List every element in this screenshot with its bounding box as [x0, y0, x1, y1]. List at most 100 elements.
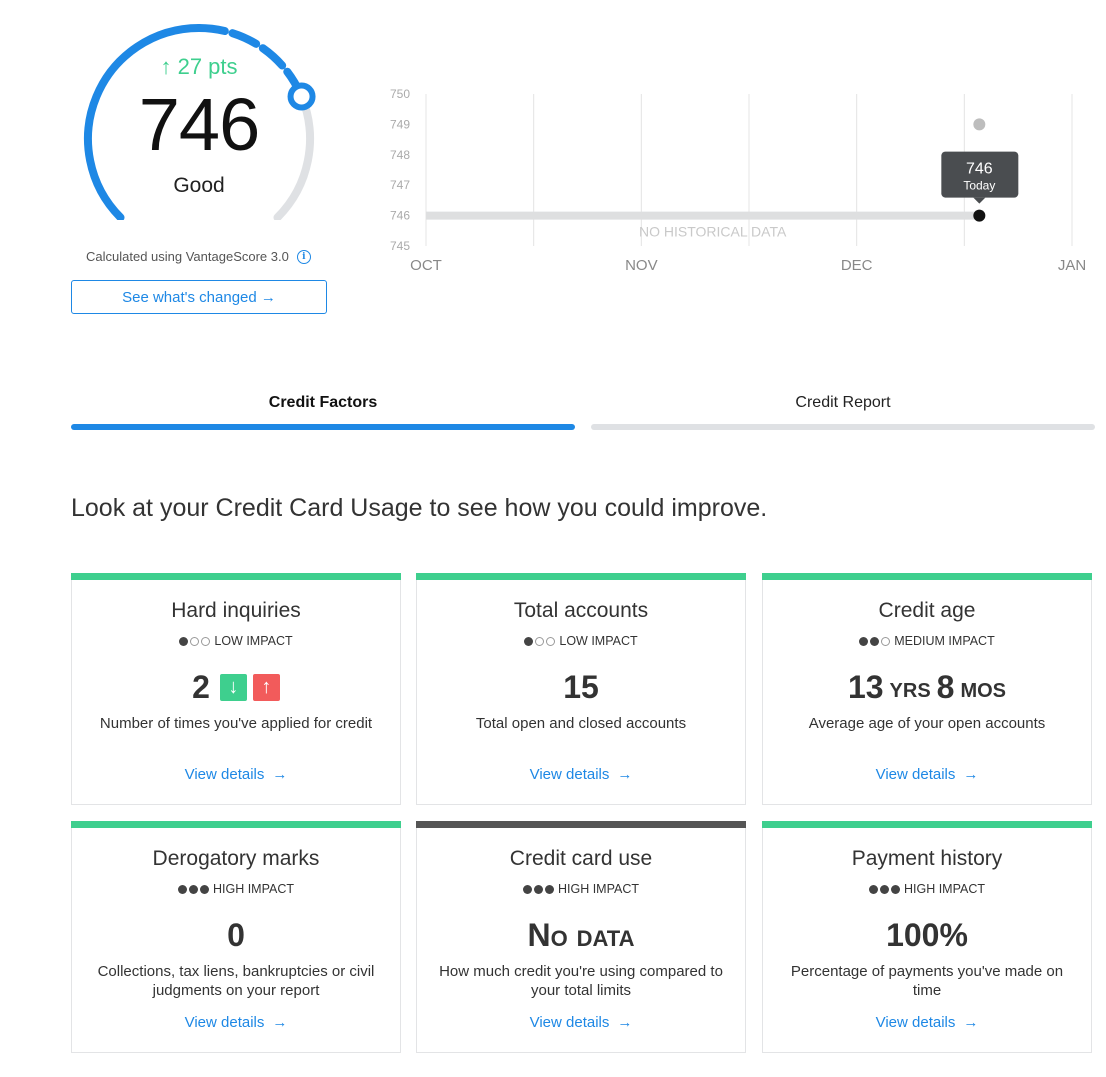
impact-dots-icon: [177, 884, 209, 894]
card-description: Percentage of payments you've made on ti…: [790, 963, 1064, 999]
card-value: 13 yrs 8 mos: [763, 669, 1091, 706]
view-details-link[interactable]: View details →: [72, 766, 400, 783]
impact-dot: [190, 636, 200, 646]
factor-card: Hard inquiries LOW IMPACT 2 ↓ ↑ Number of tim…: [71, 573, 401, 805]
no-history-annotation: NO HISTORICAL DATA: [639, 224, 787, 240]
card-title: Hard inquiries: [171, 599, 301, 622]
card-status-bar: [762, 573, 1092, 580]
card-value: No data: [417, 917, 745, 954]
impact-dot: [879, 884, 889, 894]
y-tick-label: 749: [390, 117, 410, 131]
card-description: Average age of your open accounts: [808, 715, 1046, 732]
arrow-right-icon: →: [963, 766, 979, 783]
y-tick-label: 745: [390, 239, 410, 253]
impact-dot: [524, 636, 534, 646]
card-status-bar: [71, 573, 401, 580]
factor-card: Payment history HIGH IMPACT 100% Percentage…: [762, 821, 1092, 1053]
impact-dot: [199, 884, 209, 894]
impact-dots-icon: [524, 636, 556, 646]
card-impact: HIGH IMPACT: [763, 882, 1091, 896]
impact-dot: [177, 884, 187, 894]
tooltip-label: Today: [963, 179, 995, 193]
impact-dot: [546, 636, 556, 646]
tooltip-value: 746: [966, 161, 993, 178]
impact-dot: [179, 636, 189, 646]
view-details-link[interactable]: View details →: [417, 766, 745, 783]
tab-credit-report[interactable]: Credit Report: [591, 394, 1095, 412]
info-icon[interactable]: i: [296, 249, 311, 264]
card-title: Derogatory marks: [152, 847, 320, 870]
card-status-bar: [416, 821, 746, 828]
impact-dot: [881, 636, 891, 646]
impact-dot: [522, 884, 532, 894]
impact-label: LOW IMPACT: [559, 634, 638, 648]
y-tick-label: 750: [390, 87, 410, 101]
score-history-chart: 745 746 747 748 749 750 OCT NOV DEC JAN NO HISTORI…: [390, 87, 1086, 274]
card-impact: LOW IMPACT: [72, 634, 400, 648]
impact-label: LOW IMPACT: [214, 634, 293, 648]
arrow-right-icon: →: [617, 766, 633, 783]
x-tick-label: OCT: [410, 257, 442, 274]
tab-indicator-active: [71, 424, 575, 430]
impact-label: HIGH IMPACT: [903, 882, 986, 896]
arrow-right-icon: →: [963, 1014, 979, 1031]
view-details-label: View details: [184, 1014, 265, 1031]
x-tick-label: JAN: [1058, 257, 1086, 274]
card-impact: HIGH IMPACT: [417, 882, 745, 896]
impact-dot: [890, 884, 900, 894]
factor-card: Credit age MEDIUM IMPACT 13 yrs 8 mos Average …: [762, 573, 1092, 805]
y-tick-label: 747: [390, 178, 410, 192]
arrow-right-icon: →: [617, 1014, 633, 1031]
impact-dots-icon: [179, 636, 211, 646]
card-title: Credit age: [878, 599, 976, 622]
score-gauge: ↑ 27 pts 746 Good: [72, 20, 332, 220]
card-impact: LOW IMPACT: [417, 634, 745, 648]
view-details-link[interactable]: View details →: [72, 1014, 400, 1031]
impact-dots-icon: [522, 884, 554, 894]
impact-dot: [859, 636, 869, 646]
card-title: Payment history: [851, 847, 1003, 870]
score-change: ↑ 27 pts: [160, 54, 238, 79]
factor-card: Total accounts LOW IMPACT 15 Total open and…: [416, 573, 746, 805]
view-details-link[interactable]: View details →: [763, 766, 1091, 783]
arrow-right-icon: →: [272, 766, 288, 783]
impact-dot: [188, 884, 198, 894]
see-whats-changed-button[interactable]: See what's changed →: [71, 280, 327, 314]
arrow-up-icon: ↑: [252, 674, 280, 701]
view-details-label: View details: [184, 766, 265, 783]
card-value-part: 8: [936, 669, 955, 705]
card-value-part: yrs: [889, 671, 931, 703]
card-value: 2 ↓ ↑: [72, 669, 400, 706]
card-description: Total open and closed accounts: [475, 715, 687, 732]
impact-dot: [535, 636, 545, 646]
impact-dot: [868, 884, 878, 894]
card-value: 0: [72, 917, 400, 954]
tab-credit-factors[interactable]: Credit Factors: [71, 394, 575, 412]
current-score-point: [973, 209, 986, 222]
card-status-bar: [762, 821, 1092, 828]
impact-dot: [533, 884, 543, 894]
score-model-text: Calculated using VantageScore 3.0: [86, 249, 289, 264]
card-value-text: No data: [527, 917, 635, 953]
impact-dot: [544, 884, 554, 894]
arrow-right-icon: →: [272, 1014, 288, 1031]
view-details-link[interactable]: View details →: [763, 1014, 1091, 1031]
card-status-bar: [416, 573, 746, 580]
factor-card: Derogatory marks HIGH IMPACT 0 Collections,…: [71, 821, 401, 1053]
view-details-label: View details: [529, 1014, 610, 1031]
y-tick-label: 748: [390, 148, 410, 162]
view-details-label: View details: [875, 766, 956, 783]
arrow-down-icon: ↓: [219, 674, 247, 701]
card-impact: HIGH IMPACT: [72, 882, 400, 896]
tooltip-pointer: [973, 197, 986, 204]
impact-dot: [201, 636, 211, 646]
credit-score: 746: [138, 83, 260, 166]
recommendation-headline: Look at your Credit Card Usage to see ho…: [71, 494, 768, 522]
view-details-label: View details: [875, 1014, 956, 1031]
view-details-link[interactable]: View details →: [417, 1014, 745, 1031]
impact-dots-icon: [868, 884, 900, 894]
card-value-text: 2: [192, 669, 210, 705]
card-impact: MEDIUM IMPACT: [763, 634, 1091, 648]
impact-label: HIGH IMPACT: [212, 882, 295, 896]
y-tick-label: 746: [390, 209, 410, 223]
